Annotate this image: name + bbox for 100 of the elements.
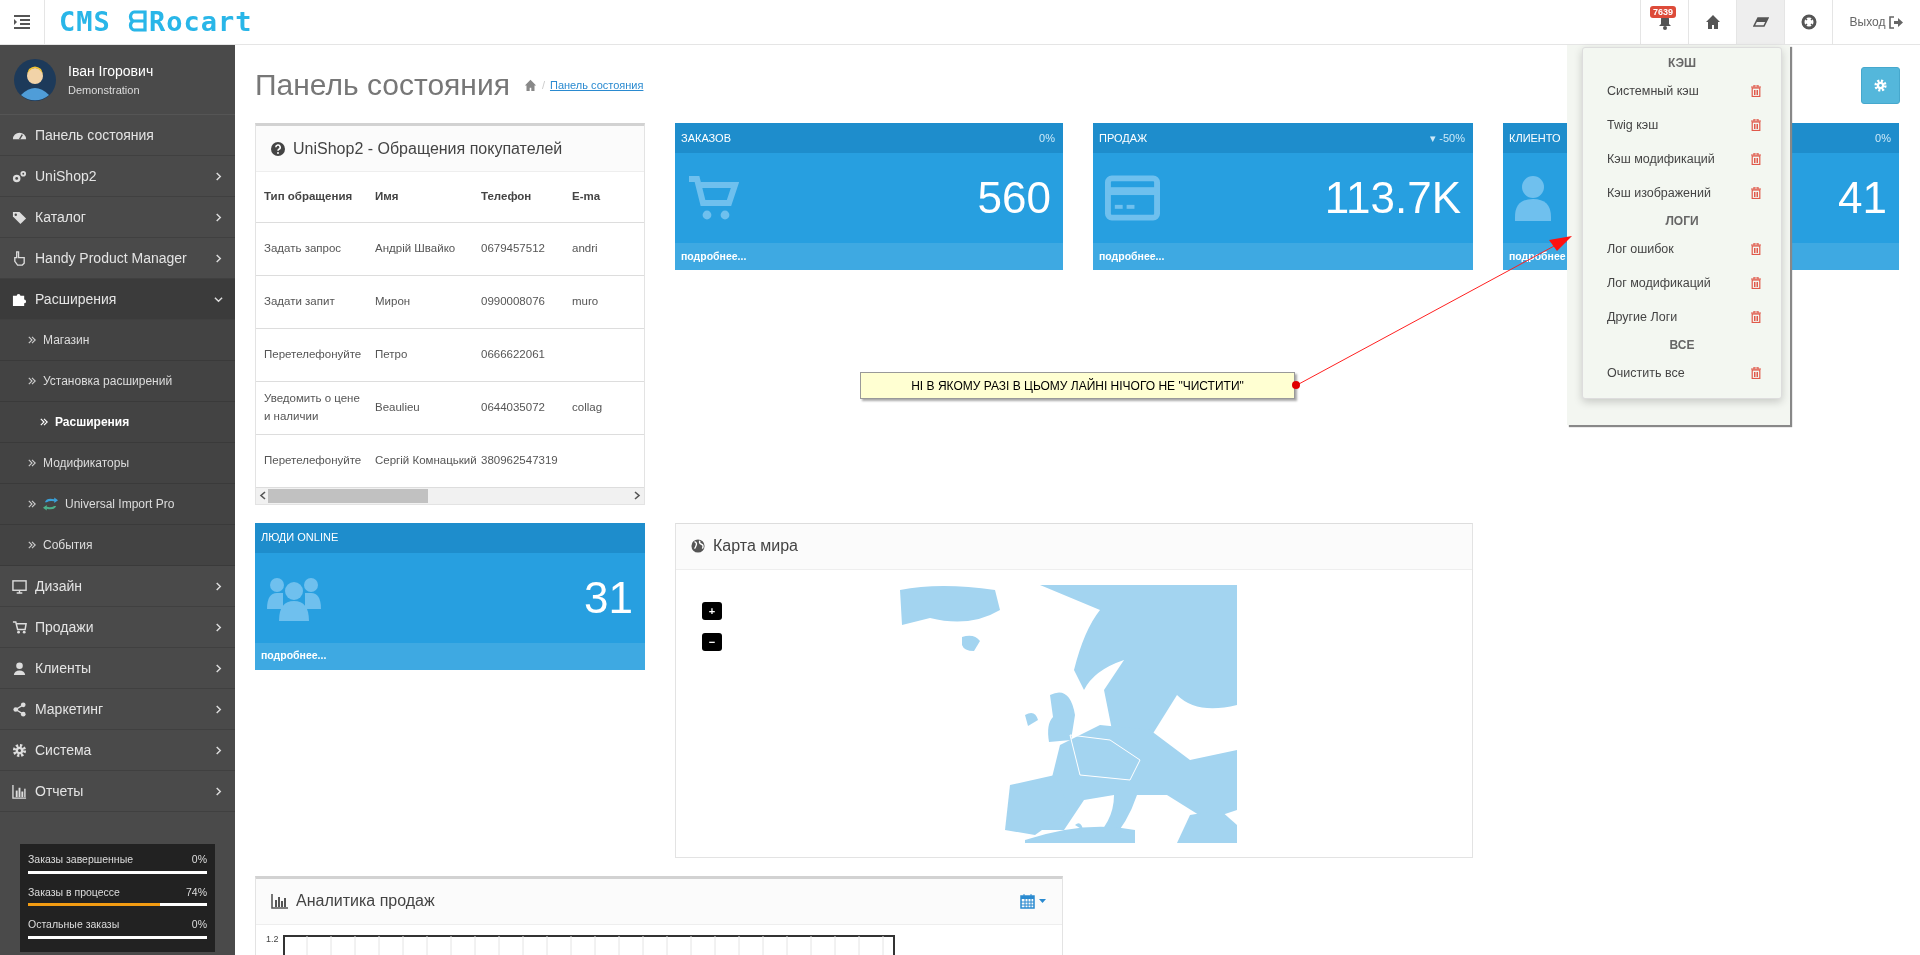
trash-icon (1751, 187, 1761, 199)
menu-heading: ВСЕ (1668, 337, 1696, 354)
page-title: Панель состояния (255, 67, 510, 103)
chevron-right-icon (214, 171, 223, 181)
chevron-right-icon (214, 704, 223, 714)
table-cell: 0679457512 (481, 241, 545, 254)
scroll-right-icon (634, 491, 641, 500)
tile-value: 113.7K (1324, 176, 1461, 220)
menu-item[interactable]: Кэш модификаций (1583, 142, 1781, 176)
chevron-right-icon (214, 253, 223, 263)
panel-title: UniShop2 - Обращения покупателей (293, 138, 563, 159)
submenu-item[interactable]: Universal Import Pro (0, 484, 235, 525)
breadcrumb-link[interactable]: Панель состояния (549, 76, 644, 94)
date-range-button[interactable] (1019, 892, 1047, 910)
sidebar-item[interactable]: Каталог (0, 197, 235, 238)
submenu-item[interactable]: Расширения (0, 402, 235, 443)
menu-icon (14, 15, 30, 29)
lifebuoy-icon (1800, 14, 1817, 30)
tag-icon (12, 209, 27, 225)
submenu-item[interactable]: События (0, 525, 235, 566)
submenu-item[interactable]: Установка расширений (0, 361, 235, 402)
panel-title: Карта мира (713, 536, 798, 556)
menu-item[interactable]: Лог ошибок (1583, 232, 1781, 266)
sidebar-item[interactable]: Панель состояния (0, 115, 235, 156)
tile-title: ПРОДАЖ (1099, 130, 1148, 146)
menu-item[interactable]: Другие Логи (1583, 300, 1781, 334)
menu-item[interactable]: Очистить все (1583, 356, 1781, 390)
change-reading: ▾ -50% (1430, 130, 1465, 146)
logo: CMS ᗺRocart (59, 4, 253, 39)
hand-icon (12, 250, 27, 266)
sidebar-item[interactable]: Клиенты (0, 648, 235, 689)
tile-value: 41 (1838, 176, 1887, 220)
trash-icon (1751, 243, 1761, 255)
trash-icon (1751, 277, 1761, 289)
tile-title: ЛЮДИ ONLINE (261, 530, 339, 546)
sidebar-item[interactable]: Продажи (0, 607, 235, 648)
trash-icon (1751, 85, 1761, 97)
chevron-right-icon (214, 786, 223, 796)
sidebar-item[interactable]: Маркетинг (0, 689, 235, 730)
table-cell: Задати запит (264, 294, 335, 307)
user-icon (12, 660, 27, 676)
eraser-button[interactable] (1736, 0, 1784, 44)
double-chevron-icon (28, 541, 36, 549)
table-cell: collag (572, 400, 603, 413)
table-cell: Перетелефонуйте (264, 453, 362, 466)
sync-icon (43, 497, 58, 511)
sidebar-item[interactable]: Отчеты (0, 771, 235, 812)
annotation-note: НІ В ЯКОМУ РАЗІ В ЦЬОМУ ЛАЙНІ НІЧОГО НЕ "ЧИСТИТИ" (860, 372, 1295, 399)
stat-label: Заказы завершенные (28, 851, 134, 867)
change-reading: 0% (1039, 130, 1055, 146)
stat-label: Заказы в процессе (28, 884, 120, 900)
table-cell: 0644035072 (481, 400, 545, 413)
zoom-in-button[interactable]: + (702, 601, 722, 620)
table-cell: Задать запрос (264, 241, 342, 254)
eraser-icon (1752, 14, 1769, 30)
zoom-out-button[interactable]: − (702, 632, 722, 651)
menu-item[interactable]: Лог модификаций (1583, 266, 1781, 300)
exit-icon (1889, 15, 1904, 29)
bar-chart-icon (271, 893, 288, 909)
caret-icon (1039, 899, 1046, 903)
menu-heading: КЭШ (1666, 55, 1698, 72)
cart-icon (12, 619, 27, 635)
settings-button[interactable] (1861, 66, 1900, 104)
submenu-item[interactable]: Модификаторы (0, 443, 235, 484)
tile-title: КЛИЕНТО (1509, 130, 1561, 146)
stat-reading: 0% (191, 851, 207, 867)
sidebar-item[interactable]: Система (0, 730, 235, 771)
menu-item[interactable]: Twig кэш (1583, 108, 1781, 142)
bar-chart-icon (12, 783, 27, 799)
sidebar-item[interactable]: Расширения (0, 279, 235, 320)
home-icon (523, 79, 537, 91)
table-cell: Мирон (375, 294, 411, 307)
double-chevron-icon (40, 418, 48, 426)
column-header: Тип обращения (256, 172, 367, 222)
column-header: Телефон (473, 172, 564, 222)
table-cell: Андрій Швайко (375, 241, 456, 254)
sidebar-item[interactable]: Дизайн (0, 566, 235, 607)
scrollbar-thumb[interactable] (268, 488, 428, 503)
change-reading: 0% (1875, 130, 1891, 146)
double-chevron-icon (28, 500, 36, 508)
menu-item[interactable]: Системный кэш (1583, 74, 1781, 108)
stat-reading: 74% (186, 884, 207, 900)
chevron-right-icon (214, 745, 223, 755)
menu-item[interactable]: Кэш изображений (1583, 176, 1781, 210)
table-cell: 380962547319 (481, 453, 558, 466)
double-chevron-icon (28, 459, 36, 467)
stat-reading: 0% (191, 917, 207, 933)
panel-title: Аналитика продаж (296, 891, 435, 911)
table-cell: 0990008076 (481, 294, 545, 307)
breadcrumb-separator: / (541, 77, 545, 93)
table-cell: muro (572, 294, 599, 307)
table-cell: Уведомить о цене и наличии (264, 392, 360, 422)
table-cell: Петро (375, 347, 408, 360)
submenu-item[interactable]: Магазин (0, 320, 235, 361)
tile-title: ЗАКАЗОВ (681, 130, 731, 146)
sidebar-item[interactable]: UniShop2 (0, 156, 235, 197)
puzzle-icon (12, 291, 27, 307)
home-icon (1704, 14, 1721, 30)
trash-icon (1751, 367, 1761, 379)
settings-icon (1874, 78, 1887, 92)
